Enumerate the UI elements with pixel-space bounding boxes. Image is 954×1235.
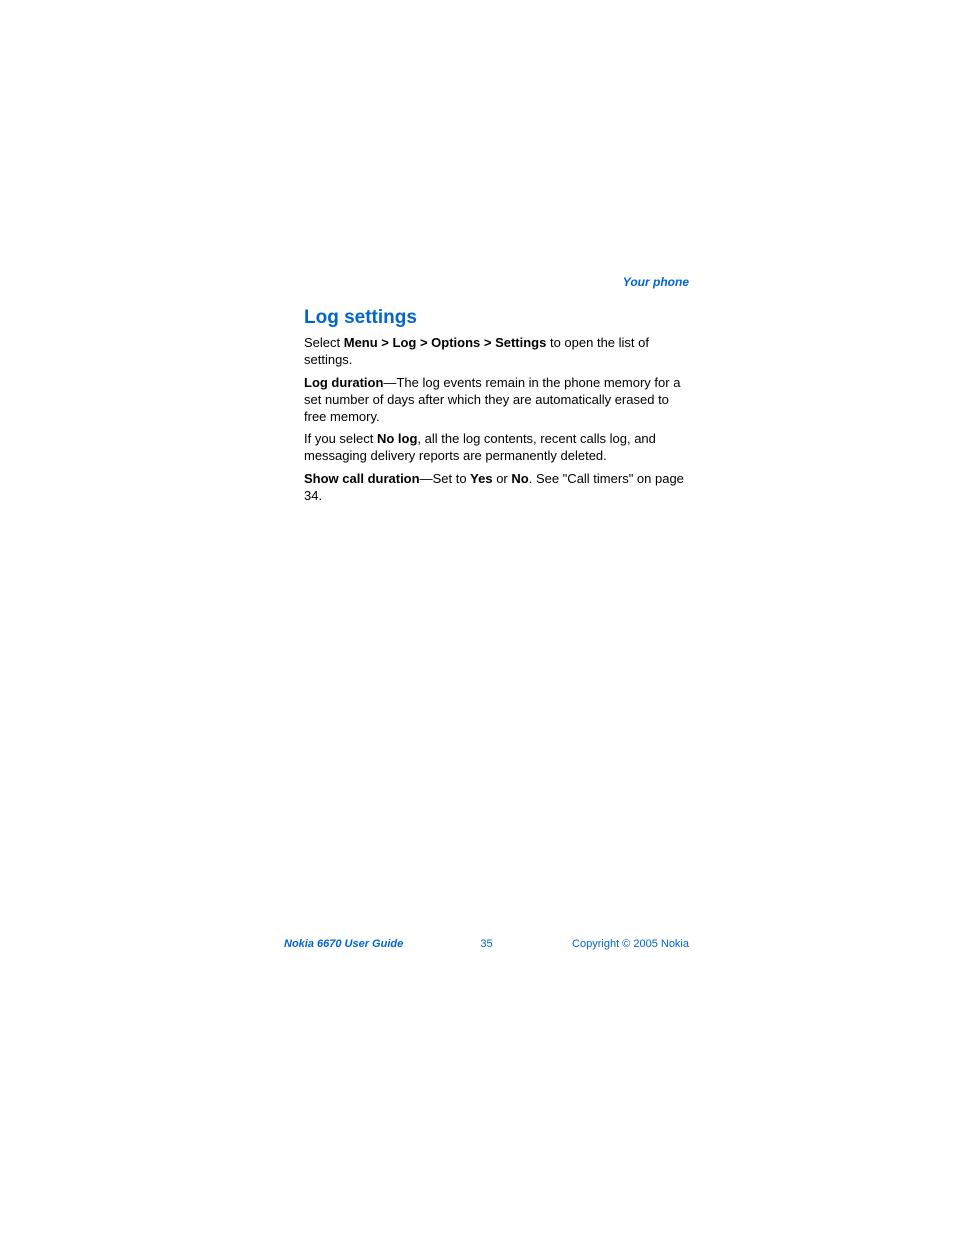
text-middle: or xyxy=(493,471,512,486)
paragraph-no-log: If you select No log, all the log conten… xyxy=(304,431,689,465)
footer-copyright: Copyright © 2005 Nokia xyxy=(572,938,689,950)
section-header: Your phone xyxy=(304,275,689,289)
text-prefix: If you select xyxy=(304,431,377,446)
footer-guide-name: Nokia 6670 User Guide xyxy=(284,938,403,950)
text-bold-log-duration: Log duration xyxy=(304,375,383,390)
text-bold-menu-path: Menu > Log > Options > Settings xyxy=(344,335,547,350)
text-middle: —Set to xyxy=(420,471,471,486)
page-footer: Nokia 6670 User Guide 35 Copyright © 200… xyxy=(284,938,689,950)
text-prefix: Select xyxy=(304,335,344,350)
text-bold-show-call-duration: Show call duration xyxy=(304,471,420,486)
footer-page-number: 35 xyxy=(480,938,492,950)
page-content: Your phone Log settings Select Menu > Lo… xyxy=(304,275,689,511)
heading-log-settings: Log settings xyxy=(304,307,689,329)
paragraph-select-menu: Select Menu > Log > Options > Settings t… xyxy=(304,335,689,369)
text-bold-no-log: No log xyxy=(377,431,417,446)
text-bold-yes: Yes xyxy=(470,471,492,486)
text-bold-no: No xyxy=(511,471,528,486)
paragraph-show-call-duration: Show call duration—Set to Yes or No. See… xyxy=(304,471,689,505)
paragraph-log-duration: Log duration—The log events remain in th… xyxy=(304,375,689,426)
